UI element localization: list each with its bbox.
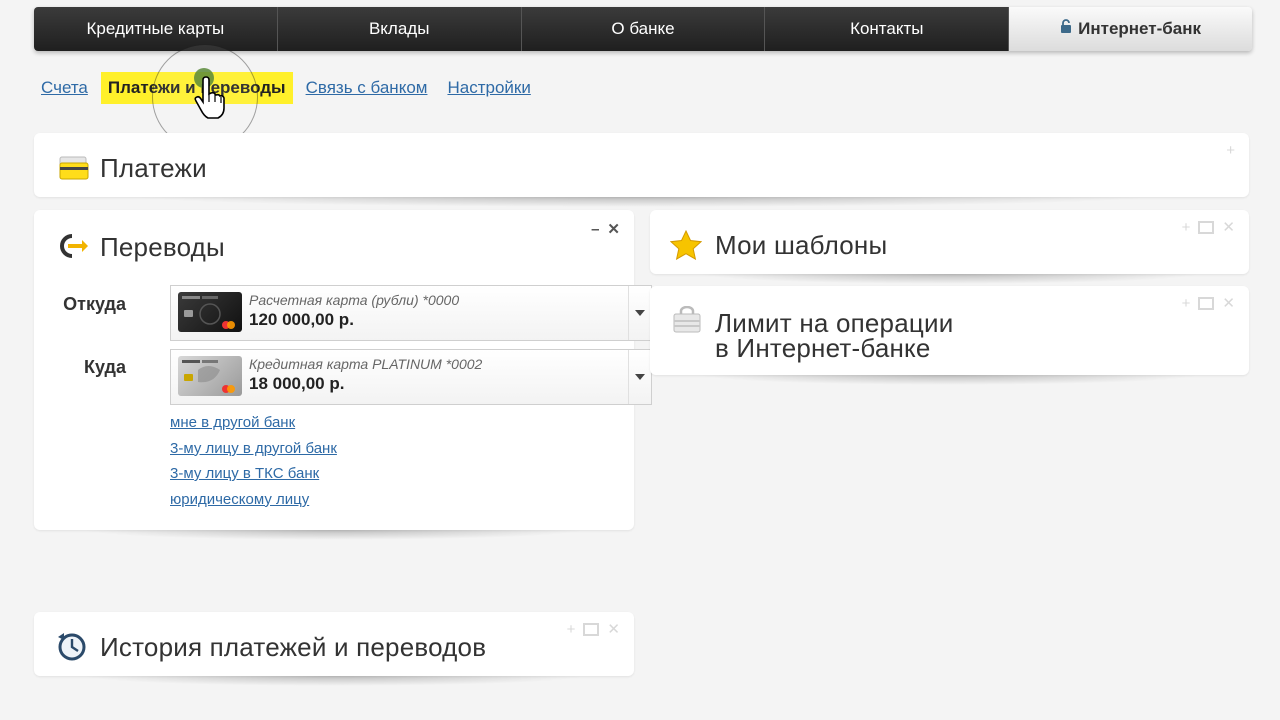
top-navigation: Кредитные карты Вклады О банке Контакты … xyxy=(34,7,1252,51)
sub-navigation: Счета Платежи и переводы Связь с банком … xyxy=(34,70,544,106)
subnav-payments-transfers[interactable]: Платежи и переводы xyxy=(100,72,293,104)
subnav-settings[interactable]: Настройки xyxy=(440,72,537,104)
expand-icon[interactable]: + xyxy=(1182,296,1191,311)
history-panel: История платежей и переводов + ✕ xyxy=(34,612,634,686)
subnav-bank-contact[interactable]: Связь с банком xyxy=(299,72,435,104)
card-icon xyxy=(58,155,90,186)
subnav-accounts[interactable]: Счета xyxy=(34,72,95,104)
from-card-name: Расчетная карта (рубли) *0000 xyxy=(249,292,460,308)
templates-panel-title: Мои шаблоны xyxy=(715,230,888,260)
transfer-destination-links: мне в другой банк 3-му лицу в другой бан… xyxy=(170,410,337,512)
payments-panel-controls: + xyxy=(1226,143,1235,158)
maximize-icon[interactable] xyxy=(583,623,600,636)
from-card-amount: 120 000,00 р. xyxy=(249,310,354,329)
credit-card-thumbnail xyxy=(178,356,242,396)
limit-panel-title-line2: в Интернет-банке xyxy=(715,333,931,363)
tab-internet-bank[interactable]: Интернет-банк xyxy=(1009,7,1252,51)
transfers-panel-controls: – ✕ xyxy=(591,222,620,237)
to-card-name: Кредитная карта PLATINUM *0002 xyxy=(249,356,483,372)
to-card-amount: 18 000,00 р. xyxy=(249,374,345,393)
from-card-select[interactable]: Расчетная карта (рубли) *0000 120 000,00… xyxy=(170,285,652,341)
close-icon[interactable]: ✕ xyxy=(1222,220,1235,235)
link-legal-entity[interactable]: юридическому лицу xyxy=(170,487,337,513)
minimize-icon[interactable]: – xyxy=(591,222,599,237)
link-third-party-tcs-bank[interactable]: 3-му лицу в ТКС банк xyxy=(170,461,337,487)
maximize-icon[interactable] xyxy=(1198,221,1215,234)
templates-panel-controls: + ✕ xyxy=(1182,220,1235,235)
expand-icon[interactable]: + xyxy=(1182,220,1191,235)
transfers-panel-title: Переводы xyxy=(100,232,225,262)
lock-icon xyxy=(1060,19,1072,39)
payments-panel-title: Платежи xyxy=(100,153,207,183)
close-icon[interactable]: ✕ xyxy=(1222,296,1235,311)
history-panel-controls: + ✕ xyxy=(567,622,620,637)
star-icon xyxy=(669,229,703,265)
link-third-party-other-bank[interactable]: 3-му лицу в другой банк xyxy=(170,436,337,462)
history-panel-title: История платежей и переводов xyxy=(100,632,487,662)
limit-panel-controls: + ✕ xyxy=(1182,296,1235,311)
from-label: Откуда xyxy=(63,294,126,314)
tab-contacts[interactable]: Контакты xyxy=(765,7,1010,51)
templates-panel: Мои шаблоны + ✕ xyxy=(650,210,1249,284)
tab-deposits[interactable]: Вклады xyxy=(277,7,522,51)
lock-case-icon xyxy=(672,305,702,339)
close-icon[interactable]: ✕ xyxy=(607,622,620,637)
transfer-icon xyxy=(56,232,90,265)
link-own-other-bank[interactable]: мне в другой банк xyxy=(170,410,337,436)
limit-panel: Лимит на операции в Интернет-банке + ✕ xyxy=(650,286,1249,385)
chevron-down-icon[interactable] xyxy=(628,286,651,340)
tab-internet-bank-label: Интернет-банк xyxy=(1078,19,1202,38)
tab-about-bank[interactable]: О банке xyxy=(521,7,766,51)
clock-icon xyxy=(56,631,88,666)
transfers-panel: Переводы – ✕ Откуда Расчетная карта (руб… xyxy=(34,210,652,540)
tab-credit-cards[interactable]: Кредитные карты xyxy=(34,7,278,51)
expand-icon[interactable]: + xyxy=(1226,143,1235,158)
chevron-down-icon[interactable] xyxy=(628,350,651,404)
debit-card-thumbnail xyxy=(178,292,242,332)
maximize-icon[interactable] xyxy=(1198,297,1215,310)
expand-icon[interactable]: + xyxy=(567,622,576,637)
to-label: Куда xyxy=(84,357,126,377)
to-card-select[interactable]: Кредитная карта PLATINUM *0002 18 000,00… xyxy=(170,349,652,405)
close-icon[interactable]: ✕ xyxy=(607,222,620,237)
payments-panel: Платежи + xyxy=(34,133,1249,207)
